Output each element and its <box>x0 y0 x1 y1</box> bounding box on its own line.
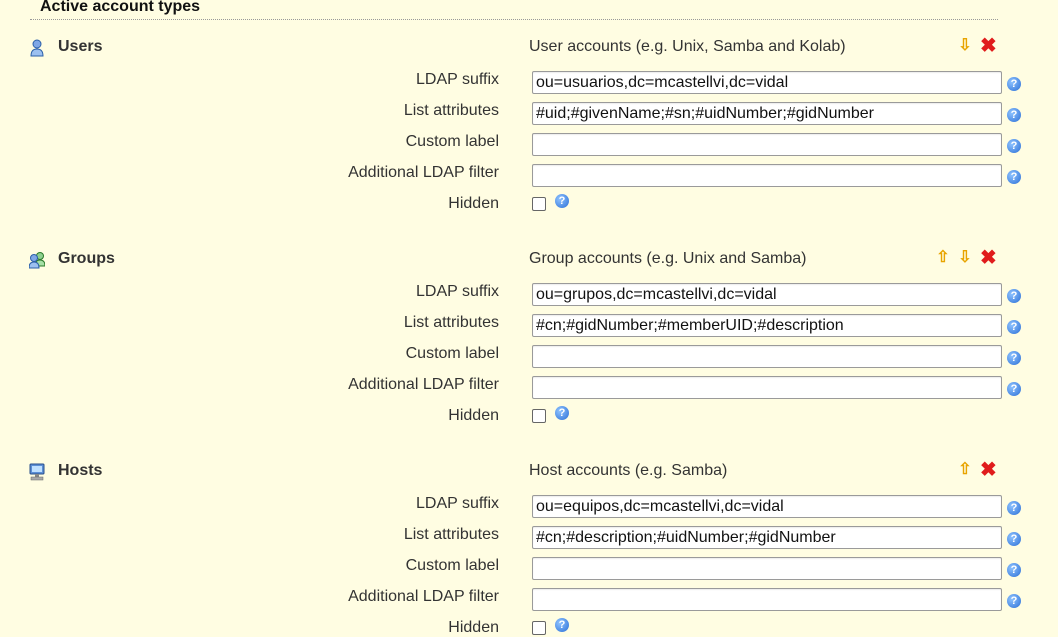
help-icon[interactable]: ? <box>555 194 569 208</box>
account-type-description: Group accounts (e.g. Unix and Samba) <box>529 250 807 267</box>
ldap-suffix-input[interactable] <box>532 71 1002 94</box>
ldap-suffix-label: LDAP suffix <box>415 495 499 512</box>
move-down-button[interactable]: ⇩ <box>958 250 972 266</box>
group-icon <box>28 251 46 269</box>
help-icon[interactable]: ? <box>1007 532 1021 546</box>
ldap-suffix-label: LDAP suffix <box>415 71 499 88</box>
help-icon[interactable]: ? <box>1007 382 1021 396</box>
account-type-users: Users User accounts (e.g. Unix, Samba an… <box>0 0 1058 212</box>
ldap-suffix-label: LDAP suffix <box>415 283 499 300</box>
help-icon[interactable]: ? <box>1007 594 1021 608</box>
move-up-button[interactable]: ⇧ <box>936 250 950 266</box>
account-type-name: Groups <box>58 250 115 267</box>
hidden-checkbox[interactable] <box>532 197 546 211</box>
help-icon[interactable]: ? <box>1007 351 1021 365</box>
help-icon[interactable]: ? <box>1007 289 1021 303</box>
list-attributes-input[interactable] <box>532 314 1002 337</box>
additional-filter-label: Additional LDAP filter <box>348 164 499 181</box>
hidden-checkbox[interactable] <box>532 409 546 423</box>
help-icon[interactable]: ? <box>1007 139 1021 153</box>
help-icon[interactable]: ? <box>1007 170 1021 184</box>
ldap-suffix-input[interactable] <box>532 495 1002 518</box>
user-icon <box>29 39 45 57</box>
hidden-label: Hidden <box>448 619 499 636</box>
help-icon[interactable]: ? <box>1007 320 1021 334</box>
hidden-label: Hidden <box>448 407 499 424</box>
ldap-suffix-input[interactable] <box>532 283 1002 306</box>
hidden-label: Hidden <box>448 195 499 212</box>
custom-label-input[interactable] <box>532 133 1002 156</box>
help-icon[interactable]: ? <box>1007 563 1021 577</box>
account-type-name: Users <box>58 38 103 55</box>
account-type-groups: Groups Group accounts (e.g. Unix and Sam… <box>0 212 1058 424</box>
hidden-checkbox[interactable] <box>532 621 546 635</box>
help-icon[interactable]: ? <box>1007 108 1021 122</box>
custom-label-input[interactable] <box>532 345 1002 368</box>
additional-filter-label: Additional LDAP filter <box>348 588 499 605</box>
list-attributes-input[interactable] <box>532 102 1002 125</box>
account-type-hosts: Hosts Host accounts (e.g. Samba) ⇧ ✖ LDA… <box>0 424 1058 636</box>
move-up-button[interactable]: ⇧ <box>958 462 972 478</box>
account-type-name: Hosts <box>58 462 103 479</box>
additional-filter-input[interactable] <box>532 164 1002 187</box>
delete-type-button[interactable]: ✖ <box>980 248 997 268</box>
account-type-description: User accounts (e.g. Unix, Samba and Kola… <box>529 38 846 55</box>
additional-filter-input[interactable] <box>532 376 1002 399</box>
additional-filter-input[interactable] <box>532 588 1002 611</box>
list-attributes-input[interactable] <box>532 526 1002 549</box>
custom-label-label: Custom label <box>405 557 499 574</box>
host-icon <box>29 463 45 481</box>
delete-type-button[interactable]: ✖ <box>980 36 997 56</box>
move-down-button[interactable]: ⇩ <box>958 38 972 54</box>
help-icon[interactable]: ? <box>555 406 569 420</box>
help-icon[interactable]: ? <box>555 618 569 632</box>
list-attributes-label: List attributes <box>403 102 499 119</box>
additional-filter-label: Additional LDAP filter <box>348 376 499 393</box>
help-icon[interactable]: ? <box>1007 77 1021 91</box>
list-attributes-label: List attributes <box>403 314 499 331</box>
account-type-description: Host accounts (e.g. Samba) <box>529 462 728 479</box>
custom-label-label: Custom label <box>405 345 499 362</box>
delete-type-button[interactable]: ✖ <box>980 460 997 480</box>
custom-label-input[interactable] <box>532 557 1002 580</box>
custom-label-label: Custom label <box>405 133 499 150</box>
list-attributes-label: List attributes <box>403 526 499 543</box>
help-icon[interactable]: ? <box>1007 501 1021 515</box>
